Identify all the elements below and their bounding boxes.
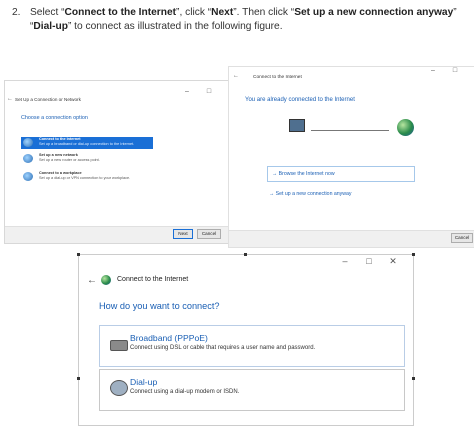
network-globe-icon bbox=[101, 275, 111, 285]
step-number: 2. bbox=[12, 7, 21, 18]
instruction-bold-connect: Connect to the Internet bbox=[64, 7, 177, 18]
option-title: Connect to the Internet bbox=[39, 137, 81, 141]
instruction-part: ”. Then click “ bbox=[233, 7, 295, 18]
router-icon bbox=[23, 154, 33, 163]
option-desc: Connect using DSL or cable that requires… bbox=[130, 345, 316, 351]
minimize-icon[interactable]: – bbox=[429, 67, 437, 75]
minimize-icon[interactable]: – bbox=[341, 256, 349, 267]
window-title: Set Up a Connection or Network bbox=[15, 97, 81, 102]
option-title: Set up a new network bbox=[39, 153, 78, 157]
cancel-button[interactable]: Cancel bbox=[451, 233, 473, 243]
close-icon[interactable]: ✕ bbox=[389, 256, 397, 267]
back-arrow-icon[interactable]: ← bbox=[7, 96, 13, 102]
connection-line bbox=[311, 130, 389, 131]
option-title: Connect to a workplace bbox=[39, 171, 82, 175]
option-desc: Connect using a dial-up modem or ISDN. bbox=[130, 389, 240, 395]
setup-new-connection-label: Set up a new connection anyway bbox=[275, 191, 352, 197]
network-globe-icon bbox=[23, 138, 33, 147]
connect-internet-window: – □ ✕ ← Connect to the Internet You are … bbox=[228, 66, 474, 248]
window-controls: – □ ✕ bbox=[429, 67, 474, 75]
maximize-icon[interactable]: □ bbox=[365, 256, 373, 267]
option-title: Broadband (PPPoE) bbox=[130, 333, 208, 343]
connection-status: You are already connected to the Interne… bbox=[245, 97, 355, 103]
dialup-modem-icon bbox=[110, 380, 128, 396]
resize-handle[interactable] bbox=[412, 253, 415, 256]
back-arrow-icon[interactable]: ← bbox=[87, 275, 97, 286]
connect-type-window: – □ ✕ ← Connect to the Internet How do y… bbox=[77, 253, 415, 426]
instruction-part: Select “ bbox=[30, 7, 65, 18]
computer-icon bbox=[289, 119, 305, 132]
setup-new-connection-link[interactable]: → Set up a new connection anyway bbox=[269, 191, 352, 197]
instruction-text: 2. Select “Connect to the Internet”, cli… bbox=[12, 6, 470, 34]
resize-handle[interactable] bbox=[77, 253, 80, 256]
instruction-part: ” to connect as illustrated in the follo… bbox=[67, 21, 283, 32]
page-heading: How do you want to connect? bbox=[99, 301, 220, 311]
page-heading: Choose a connection option bbox=[21, 115, 88, 121]
resize-handle[interactable] bbox=[244, 253, 247, 256]
option-desc: Set up a broadband or dial-up connection… bbox=[39, 142, 135, 146]
network-globe-icon bbox=[397, 119, 414, 136]
browse-internet-label: Browse the Internet now bbox=[278, 171, 335, 177]
broadband-modem-icon bbox=[110, 340, 128, 351]
maximize-icon[interactable]: □ bbox=[451, 67, 459, 75]
option-new-network[interactable]: Set up a new network Set up a new router… bbox=[21, 153, 153, 165]
option-desc: Set up a new router or access point. bbox=[39, 158, 100, 162]
option-workplace[interactable]: Connect to a workplace Set up a dial-up … bbox=[21, 171, 153, 183]
instruction-bold-dialup: Dial-up bbox=[33, 21, 68, 32]
instruction-part: ”, click “ bbox=[176, 7, 212, 18]
window-title: Connect to the Internet bbox=[117, 276, 189, 283]
next-button[interactable]: Next bbox=[173, 229, 193, 239]
option-broadband[interactable]: Broadband (PPPoE) Connect using DSL or c… bbox=[99, 325, 405, 367]
window-footer bbox=[229, 230, 474, 247]
resize-handle[interactable] bbox=[77, 377, 80, 380]
window-title: Connect to the Internet bbox=[253, 75, 302, 80]
setup-connection-window: – □ ✕ ← Set Up a Connection or Network C… bbox=[4, 80, 238, 244]
option-dialup[interactable]: Dial-up Connect using a dial-up modem or… bbox=[99, 369, 405, 411]
browse-internet-link[interactable]: → Browse the Internet now bbox=[267, 166, 415, 182]
minimize-icon[interactable]: – bbox=[183, 88, 191, 96]
back-arrow-icon[interactable]: ← bbox=[233, 73, 239, 79]
cancel-button[interactable]: Cancel bbox=[197, 229, 221, 239]
workplace-icon bbox=[23, 172, 33, 181]
option-title: Dial-up bbox=[130, 377, 158, 387]
maximize-icon[interactable]: □ bbox=[205, 88, 213, 96]
option-desc: Set up a dial-up or VPN connection to yo… bbox=[39, 176, 131, 180]
option-connect-internet[interactable]: Connect to the Internet Set up a broadba… bbox=[21, 137, 153, 149]
resize-handle[interactable] bbox=[412, 377, 415, 380]
window-controls: – □ ✕ bbox=[341, 256, 397, 267]
instruction-bold-setup: Set up a new connection anyway bbox=[294, 7, 454, 18]
instruction-bold-next: Next bbox=[211, 7, 234, 18]
